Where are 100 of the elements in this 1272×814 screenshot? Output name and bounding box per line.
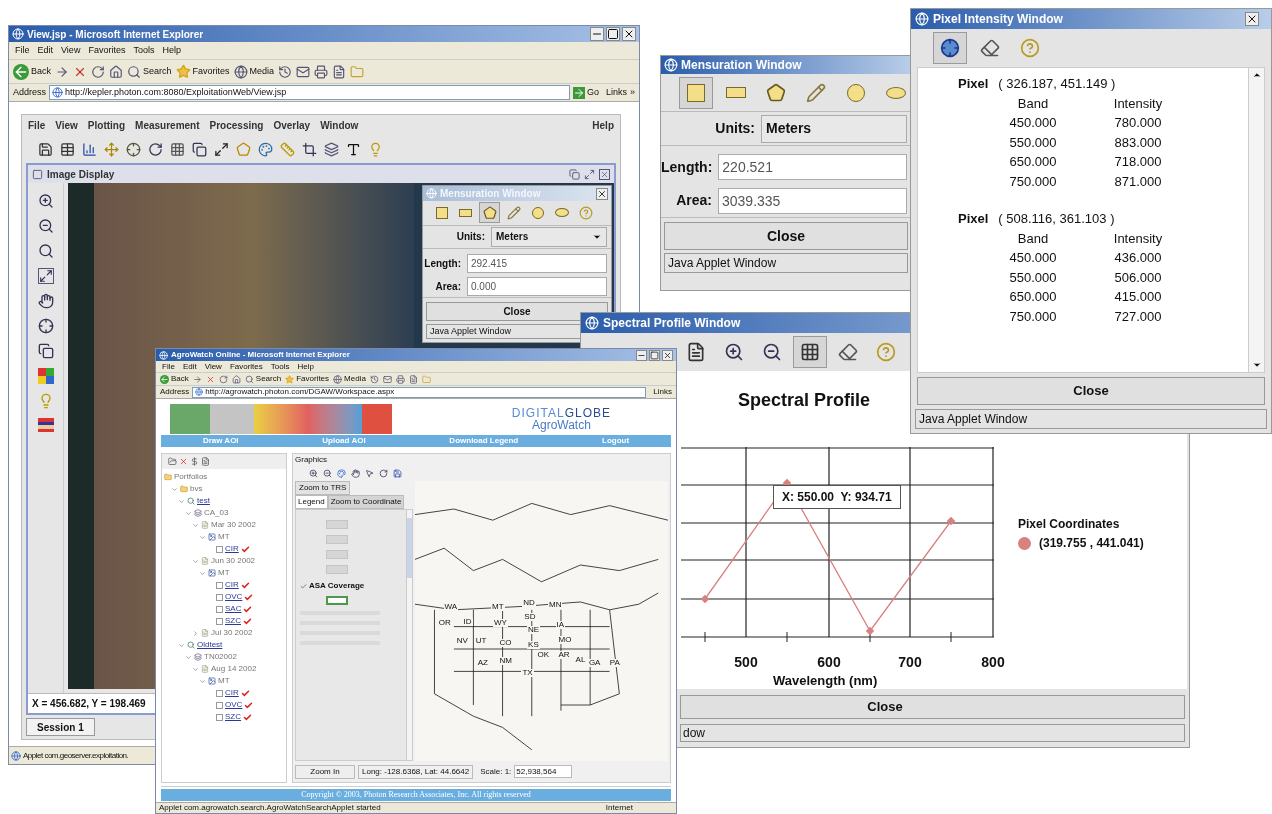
layer-link[interactable]: CIR [225, 545, 239, 553]
tree-toggle-icon[interactable] [192, 557, 199, 565]
text-icon[interactable] [346, 141, 361, 157]
links-chevron[interactable]: » [630, 85, 635, 100]
menu-item[interactable]: Help [592, 117, 614, 133]
layer-checkbox[interactable] [216, 581, 223, 589]
menu-item[interactable]: File [28, 117, 46, 133]
layer-checkbox[interactable] [216, 617, 223, 625]
scrollbar[interactable] [406, 510, 412, 760]
scroll-up-icon[interactable] [1251, 70, 1262, 80]
hand-icon[interactable] [37, 293, 54, 309]
layer-link[interactable]: OVC [225, 701, 243, 709]
history-icon[interactable] [278, 64, 293, 79]
search-button[interactable]: Search [127, 64, 172, 79]
menu-item[interactable]: Favorites [88, 43, 126, 58]
crosshair-icon[interactable] [126, 141, 141, 157]
close-button[interactable]: Close [680, 695, 1185, 719]
tree-item[interactable]: Jul 30 2002 [211, 629, 253, 637]
layer-checkbox[interactable] [216, 701, 223, 709]
menu-item[interactable]: View [204, 360, 222, 373]
stop-icon[interactable] [205, 374, 215, 384]
tree-toggle-icon[interactable] [199, 677, 206, 685]
delete-icon[interactable] [179, 457, 188, 466]
forward-icon[interactable] [55, 64, 69, 79]
search-button[interactable]: Search [244, 373, 282, 385]
tree-toggle-icon[interactable] [185, 653, 192, 661]
scrollbar[interactable] [1248, 68, 1264, 372]
tree-toggle-icon[interactable] [192, 629, 199, 637]
grid-button[interactable] [793, 336, 827, 368]
home-icon[interactable] [109, 64, 123, 79]
menu-item[interactable]: Tools [270, 360, 290, 373]
history-icon[interactable] [369, 374, 379, 384]
tree-item[interactable]: Jun 30 2002 [211, 557, 256, 565]
document-icon[interactable] [201, 457, 210, 466]
layer-link[interactable]: SZC [225, 713, 241, 721]
close-button[interactable] [1245, 12, 1259, 26]
mail-icon[interactable] [296, 64, 311, 79]
zoom-out-icon[interactable] [323, 468, 332, 478]
length-field[interactable]: 220.521 [718, 154, 908, 180]
tree-item[interactable]: Aug 14 2002 [211, 665, 257, 673]
favorites-button[interactable]: Favorites [175, 64, 230, 79]
links-label[interactable]: Links [605, 85, 627, 100]
menu-item[interactable]: Help [297, 360, 314, 373]
back-button[interactable]: Back [13, 63, 51, 80]
tree-item[interactable]: CA_03 [204, 509, 229, 517]
tree-toggle-icon[interactable] [199, 533, 206, 541]
tree-item[interactable]: TN02002 [204, 653, 237, 661]
media-button[interactable]: Media [333, 373, 366, 385]
copy-icon[interactable] [192, 141, 207, 157]
polygon-icon[interactable] [236, 141, 251, 157]
menu-item[interactable]: Overlay [273, 117, 311, 133]
area-field[interactable]: 0.000 [467, 276, 607, 296]
refresh-icon[interactable] [91, 64, 105, 79]
menu-item[interactable]: Help [162, 43, 181, 58]
diagonal-arrow-icon[interactable] [214, 141, 229, 157]
media-button[interactable]: Media [233, 64, 275, 79]
crosshair-tool-button[interactable] [933, 32, 967, 64]
scroll-down-icon[interactable] [1251, 360, 1262, 370]
menu-item[interactable]: File [15, 43, 30, 58]
layer-link[interactable]: CIR [225, 581, 239, 589]
menu-item[interactable]: Edit [182, 360, 197, 373]
tab[interactable]: Zoom to TRS [295, 481, 351, 495]
tab[interactable]: Legend [295, 495, 328, 509]
close-button[interactable]: Close [664, 222, 908, 250]
units-dropdown[interactable]: Meters [761, 114, 907, 143]
tree-toggle-icon[interactable] [185, 509, 192, 517]
zoom-in-icon[interactable] [37, 193, 54, 209]
zoom-in-icon[interactable] [309, 468, 318, 478]
folder-icon[interactable] [168, 457, 177, 466]
refresh-icon[interactable] [379, 468, 388, 478]
tree-toggle-icon[interactable] [178, 641, 185, 649]
tab[interactable]: Zoom to Coordinate [327, 495, 405, 509]
tree-item[interactable]: Oldtest [197, 641, 223, 649]
tree-toggle-icon[interactable] [192, 521, 199, 529]
go-button[interactable]: Go [572, 85, 599, 100]
layer-checkbox[interactable] [216, 545, 223, 553]
print-icon[interactable] [314, 64, 329, 79]
dollar-icon[interactable] [190, 457, 199, 466]
tree-toggle-icon[interactable] [178, 497, 185, 505]
close-button[interactable]: Close [917, 377, 1265, 405]
mail-icon[interactable] [382, 374, 392, 384]
layer-link[interactable]: SZC [225, 617, 241, 625]
tree-item[interactable]: bvs [190, 485, 203, 493]
map-panel[interactable]: WA OR ID MT ND SD WY NE NV UT CO KS MN IA MO AZ NM OK TX AR AL GA PA [415, 481, 668, 761]
minimize-button[interactable] [636, 349, 647, 361]
links-label[interactable]: Links [653, 386, 672, 398]
edit-icon[interactable] [408, 374, 418, 384]
tree-toggle-icon[interactable] [171, 485, 178, 493]
menu-item[interactable]: Processing [209, 117, 264, 133]
menu-item[interactable]: View [55, 117, 78, 133]
layers-icon[interactable] [324, 141, 339, 157]
zoom-in-button[interactable]: Zoom In [295, 764, 355, 779]
menu-item[interactable]: Measurement [135, 117, 200, 133]
menu-item[interactable]: Tools [133, 43, 155, 58]
layer-checkbox[interactable] [216, 713, 223, 721]
menu-item[interactable]: Favorites [229, 360, 263, 373]
pointer-icon[interactable] [365, 468, 374, 478]
address-field[interactable]: http://kepler.photon.com:8080/ExploitationWeb/View.jsp [49, 85, 570, 100]
stripes-icon[interactable] [37, 418, 54, 432]
grid-icon[interactable] [170, 141, 185, 157]
